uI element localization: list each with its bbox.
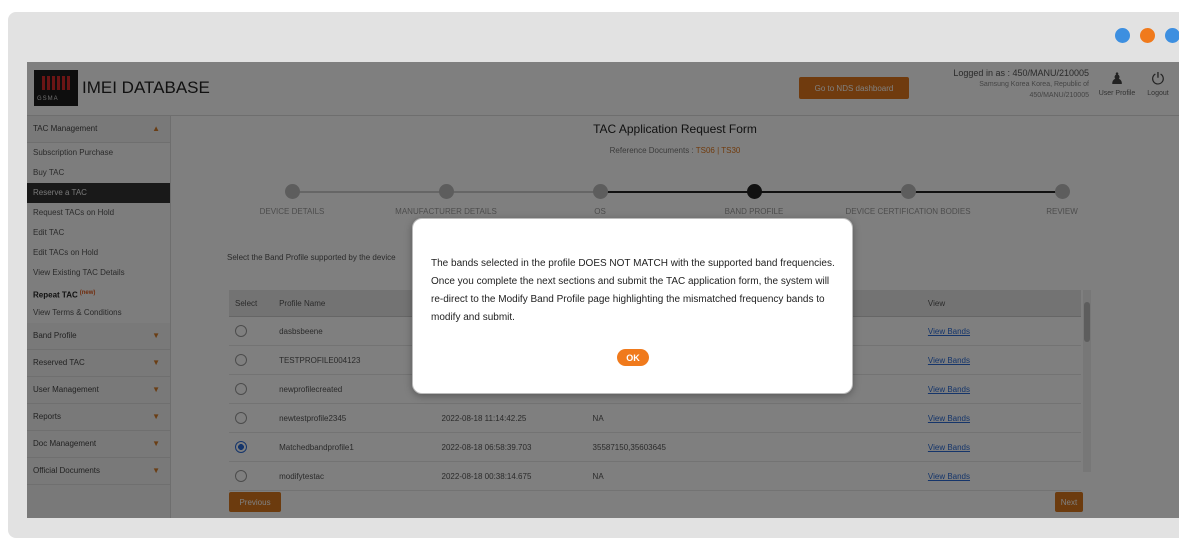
dot-blue-2-icon[interactable] (1165, 28, 1179, 43)
ok-button[interactable]: OK (617, 349, 649, 366)
band-mismatch-dialog: The bands selected in the profile DOES N… (412, 218, 853, 394)
dialog-message: The bands selected in the profile DOES N… (431, 258, 835, 323)
dot-blue-icon[interactable] (1115, 28, 1130, 43)
dot-orange-icon[interactable] (1140, 28, 1155, 43)
